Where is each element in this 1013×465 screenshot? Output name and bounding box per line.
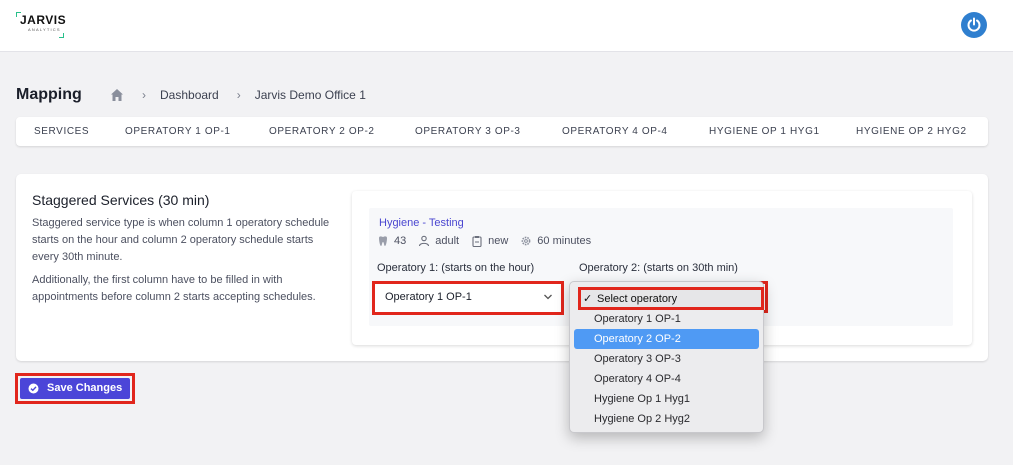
selected-option-label: Select operatory — [597, 293, 678, 305]
patient-type: adult — [435, 235, 460, 247]
tab-services[interactable]: SERVICES — [34, 126, 89, 137]
clipboard-icon — [472, 236, 482, 247]
operatory-1-value: Operatory 1 OP-1 — [385, 291, 472, 303]
home-icon[interactable] — [110, 88, 124, 102]
tab-hygiene-op-1[interactable]: HYGIENE OP 1 HYG1 — [709, 126, 820, 137]
operatory-tabs: SERVICES OPERATORY 1 OP-1 OPERATORY 2 OP… — [16, 117, 988, 146]
save-changes-label: Save Changes — [47, 382, 123, 394]
tab-operatory-1[interactable]: OPERATORY 1 OP-1 — [125, 126, 231, 137]
check-circle-icon — [28, 383, 39, 394]
dropdown-option-hygiene-op-2[interactable]: Hygiene Op 2 Hyg2 — [574, 409, 759, 429]
page-title: Mapping — [16, 86, 82, 103]
tab-operatory-4[interactable]: OPERATORY 4 OP-4 — [562, 126, 668, 137]
logo-subtext: ANALYTICS — [28, 27, 61, 32]
checkmark-icon: ✓ — [583, 293, 593, 305]
service-code: 43 — [394, 235, 407, 247]
operatory-2-label: Operatory 2: (starts on 30th min) — [579, 262, 738, 274]
tab-operatory-2[interactable]: OPERATORY 2 OP-2 — [269, 126, 375, 137]
service-status: new — [488, 235, 509, 247]
breadcrumb-separator: › — [236, 88, 241, 102]
breadcrumb: › Dashboard › Jarvis Demo Office 1 — [110, 87, 384, 103]
user-icon — [419, 235, 430, 247]
section-title: Staggered Services (30 min) — [32, 192, 210, 208]
select-box: Operatory 1 OP-1 — [375, 284, 561, 312]
logo-corner — [59, 33, 64, 38]
tab-operatory-3[interactable]: OPERATORY 3 OP-3 — [415, 126, 521, 137]
dropdown-option-operatory-1[interactable]: Operatory 1 OP-1 — [574, 309, 759, 329]
service-meta: 43 adult new 60 minutes — [377, 235, 603, 247]
logo-text: JARVIS — [20, 13, 67, 27]
gear-icon — [521, 236, 531, 246]
dropdown-option-operatory-4[interactable]: Operatory 4 OP-4 — [574, 369, 759, 389]
description-paragraph-2: Additionally, the first column have to b… — [32, 274, 316, 303]
operatory-1-label: Operatory 1: (starts on the hour) — [377, 262, 535, 274]
service-duration: 60 minutes — [537, 235, 592, 247]
section-description: Staggered service type is when column 1 … — [32, 215, 332, 306]
description-paragraph-1: Staggered service type is when column 1 … — [32, 217, 330, 263]
dropdown-option-operatory-3[interactable]: Operatory 3 OP-3 — [574, 349, 759, 369]
operatory-1-select[interactable]: Operatory 1 OP-1 — [372, 281, 564, 315]
dropdown-selected-option[interactable]: ✓ Select operatory — [578, 287, 764, 310]
top-bar: JARVIS ANALYTICS — [0, 0, 1013, 52]
breadcrumb-dashboard[interactable]: Dashboard — [160, 88, 219, 102]
operatory-2-dropdown: ✓ Select operatory Operatory 1 OP-1 Oper… — [569, 281, 764, 433]
breadcrumb-office[interactable]: Jarvis Demo Office 1 — [255, 88, 366, 102]
jarvis-logo[interactable]: JARVIS ANALYTICS — [16, 12, 67, 38]
breadcrumb-separator: › — [142, 88, 146, 102]
power-icon[interactable] — [961, 12, 987, 38]
chevron-down-icon — [544, 294, 552, 300]
staggered-services-card: Staggered Services (30 min) Staggered se… — [16, 174, 988, 361]
service-name-link[interactable]: Hygiene - Testing — [379, 217, 464, 229]
save-changes-button[interactable]: Save Changes — [20, 378, 130, 399]
dropdown-option-operatory-2[interactable]: Operatory 2 OP-2 — [574, 329, 759, 349]
tooth-icon — [379, 236, 387, 246]
dropdown-option-hygiene-op-1[interactable]: Hygiene Op 1 Hyg1 — [574, 389, 759, 409]
save-button-highlight: Save Changes — [15, 373, 135, 404]
tab-hygiene-op-2[interactable]: HYGIENE OP 2 HYG2 — [856, 126, 967, 137]
